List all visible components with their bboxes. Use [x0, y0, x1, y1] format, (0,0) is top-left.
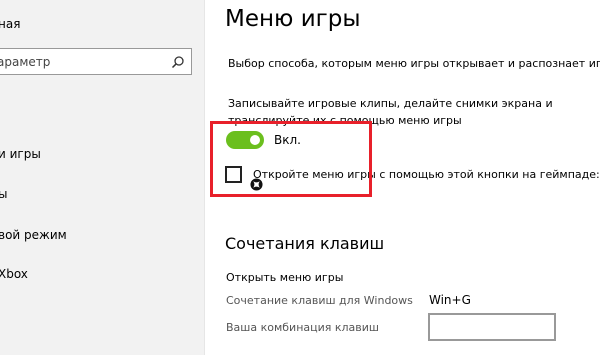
custom-shortcut-input[interactable]: [428, 313, 556, 341]
custom-shortcut-label: Ваша комбинация клавиш: [226, 321, 379, 334]
sidebar-item-game-bar[interactable]: и игры: [0, 147, 41, 161]
sidebar-item-captures[interactable]: ы: [0, 187, 7, 201]
checkbox-label: Откройте меню игры с помощью этой кнопки…: [253, 168, 600, 181]
toggle-label: Вкл.: [274, 133, 301, 147]
sidebar: ная и игры ы вой режим Xbox: [0, 0, 205, 355]
search-icon[interactable]: [171, 55, 185, 69]
windows-shortcut-value: Win+G: [429, 293, 471, 307]
sidebar-item-xbox[interactable]: Xbox: [0, 267, 28, 281]
sidebar-item-game-mode[interactable]: вой режим: [0, 228, 67, 242]
game-bar-toggle[interactable]: [226, 131, 264, 149]
page-title: Меню игры: [225, 6, 361, 32]
record-description: Записывайте игровые клипы, делайте снимк…: [228, 97, 553, 127]
controller-checkbox[interactable]: [225, 166, 242, 183]
xbox-icon: [250, 178, 263, 191]
page-description[interactable]: Выбор способа, которым меню игры открыва…: [228, 57, 600, 70]
toggle-knob: [250, 135, 260, 145]
main-content: Меню игры Выбор способа, которым меню иг…: [205, 0, 600, 355]
search-input[interactable]: [0, 49, 167, 74]
windows-shortcut-label: Сочетание клавиш для Windows: [226, 294, 413, 307]
sidebar-header: ная: [0, 17, 21, 31]
search-box[interactable]: [0, 48, 192, 75]
open-game-bar-subhead: Открыть меню игры: [226, 271, 344, 284]
shortcuts-heading: Сочетания клавиш: [225, 234, 385, 253]
